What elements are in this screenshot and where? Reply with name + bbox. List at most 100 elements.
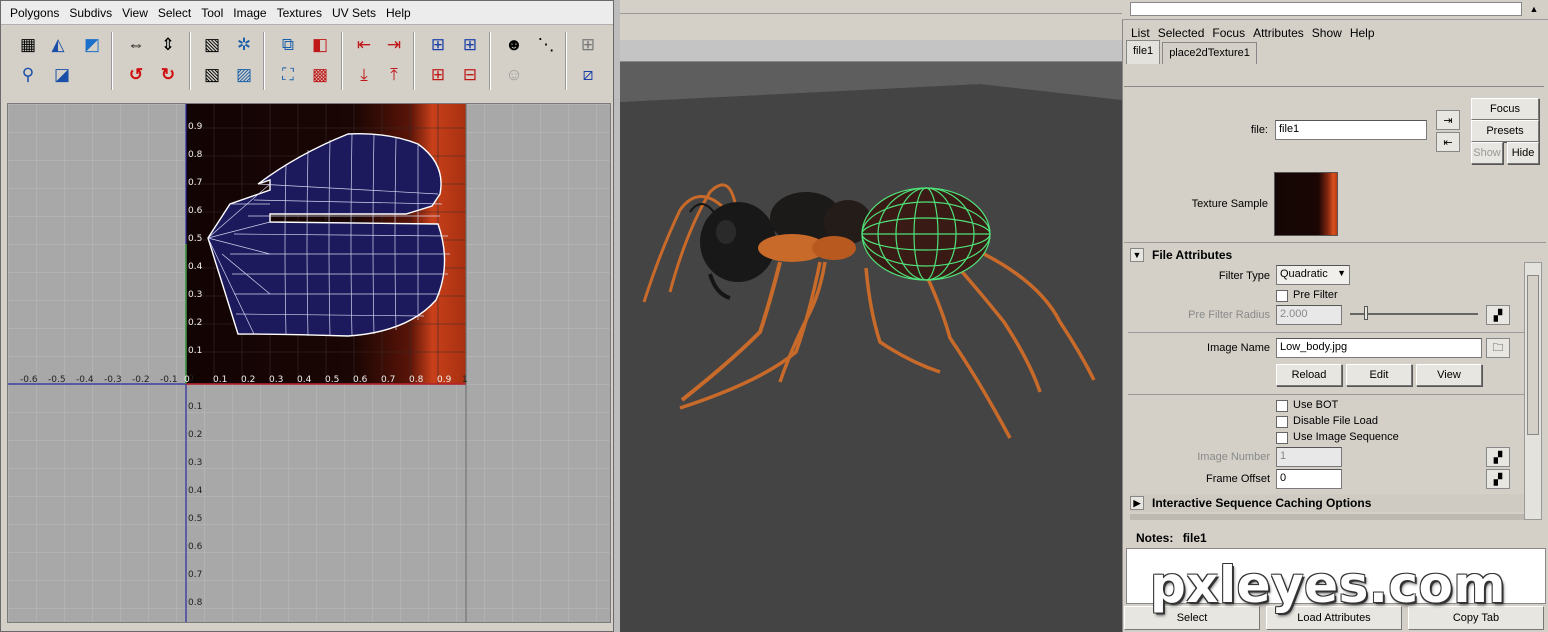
v-label-neg-0.3: 0.3: [188, 458, 202, 468]
image-name-label: Image Name: [1207, 342, 1270, 354]
uv-canvas[interactable]: 0.9 0.8 0.7 0.6 0.5 0.4 0.3 0.2 0.1 0 0.…: [8, 104, 611, 623]
pxleyes-watermark: pxleyes.com: [1150, 556, 1506, 614]
ae-menu-selected[interactable]: Selected: [1154, 26, 1209, 40]
checker-display-icon[interactable]: ▦: [15, 31, 41, 57]
select-uv-shell-icon[interactable]: ◪: [49, 61, 75, 87]
v-label-neg-0.8: 0.8: [188, 598, 203, 608]
ae-menu-attributes[interactable]: Attributes: [1249, 26, 1308, 40]
use-bot-checkbox[interactable]: [1276, 400, 1288, 412]
v-label-0.1: 0.1: [188, 346, 202, 356]
cut-uv-icon[interactable]: ▧: [199, 31, 225, 57]
frame-offset-field[interactable]: 0: [1276, 469, 1342, 489]
grid-subtract-icon[interactable]: ⊟: [457, 61, 483, 87]
perspective-viewport[interactable]: [620, 62, 1122, 632]
image-name-field[interactable]: Low_body.jpg: [1276, 338, 1482, 358]
tab-place2dtexture1[interactable]: place2dTexture1: [1162, 42, 1257, 64]
menu-uv-sets[interactable]: UV Sets: [327, 6, 381, 20]
tab-file1[interactable]: file1: [1126, 40, 1161, 64]
show-button[interactable]: Show: [1471, 142, 1503, 164]
image-number-map-icon[interactable]: ▞: [1486, 447, 1510, 467]
align-left-icon[interactable]: ⇤: [351, 31, 377, 57]
rotate-uv-icon[interactable]: ◩: [79, 31, 105, 57]
ae-menu-list[interactable]: List: [1127, 26, 1154, 40]
file-name-field[interactable]: file1: [1275, 120, 1427, 140]
menu-view[interactable]: View: [117, 6, 153, 20]
uv-lattice-icon[interactable]: ⚲: [15, 61, 41, 87]
collapse-arrow-icon[interactable]: ▼: [1130, 248, 1144, 262]
v-label-0.6: 0.6: [188, 206, 203, 216]
edit-button[interactable]: Edit: [1346, 364, 1412, 386]
grid-display-icon[interactable]: ⊞: [575, 31, 601, 57]
normalize-uv-icon[interactable]: ▩: [307, 61, 333, 87]
menu-select[interactable]: Select: [153, 6, 196, 20]
move-sew-icon[interactable]: ⧉: [275, 31, 301, 57]
reload-button[interactable]: Reload: [1276, 364, 1342, 386]
grid-add-icon[interactable]: ⊞: [457, 31, 483, 57]
disable-file-load-label: Disable File Load: [1293, 415, 1378, 427]
filter-type-dropdown[interactable]: Quadratic ▼: [1276, 265, 1350, 285]
menu-image[interactable]: Image: [228, 6, 271, 20]
unfold-uv-icon[interactable]: ▨: [231, 61, 257, 87]
menu-textures[interactable]: Textures: [272, 6, 327, 20]
menu-help[interactable]: Help: [381, 6, 416, 20]
image-number-field[interactable]: 1: [1276, 447, 1342, 467]
use-image-sequence-checkbox[interactable]: [1276, 432, 1288, 444]
ae-menu-help[interactable]: Help: [1346, 26, 1379, 40]
scene-canvas[interactable]: [620, 62, 1122, 632]
align-top-icon[interactable]: ⤒: [381, 61, 407, 87]
flip-vertical-icon[interactable]: ⇕: [155, 31, 181, 57]
align-right-icon[interactable]: ⇥: [381, 31, 407, 57]
pre-filter-checkbox[interactable]: [1276, 290, 1288, 302]
ae-menu-focus[interactable]: Focus: [1208, 26, 1249, 40]
disable-file-load-checkbox[interactable]: [1276, 416, 1288, 428]
folder-icon[interactable]: 🗀: [1486, 338, 1510, 358]
notes-label: Notes:: [1136, 531, 1174, 545]
ae-scrollbar[interactable]: [1524, 262, 1542, 520]
pre-filter-radius-slider[interactable]: [1350, 313, 1478, 315]
u-label-0.7: 0.7: [381, 375, 395, 385]
hide-button[interactable]: Hide: [1507, 142, 1539, 164]
u-label-neg-0.4: -0.4: [76, 375, 94, 385]
focus-button[interactable]: Focus: [1471, 98, 1539, 120]
file-attributes-header[interactable]: ▼ File Attributes: [1130, 246, 1232, 264]
align-bottom-icon[interactable]: ⤓: [351, 61, 377, 87]
layout-uv-icon[interactable]: ◧: [307, 31, 333, 57]
straighten-uv-icon[interactable]: ⛶: [275, 61, 301, 87]
sew-uv-icon[interactable]: ✲: [231, 31, 257, 57]
expand-arrow-icon[interactable]: ▶: [1130, 496, 1144, 510]
pre-filter-radius-field[interactable]: 2.000: [1276, 305, 1342, 325]
input-connection-icon[interactable]: ⇥: [1436, 110, 1460, 130]
image-display-icon[interactable]: ☻: [501, 31, 527, 57]
rotate-ccw-icon[interactable]: ↺: [123, 61, 149, 87]
v-label-neg-0.4: 0.4: [188, 486, 203, 496]
use-bot-label: Use BOT: [1293, 399, 1339, 411]
ae-scrollbar-thumb[interactable]: [1527, 275, 1539, 435]
interactive-caching-header[interactable]: ▶ Interactive Sequence Caching Options: [1130, 494, 1524, 512]
scroll-up-icon[interactable]: ▲: [1526, 2, 1542, 16]
u-label-0.9: 0.9: [437, 375, 452, 385]
v-label-0.9: 0.9: [188, 122, 203, 132]
flip-uv-icon[interactable]: ◭: [45, 31, 71, 57]
texture-sample-swatch[interactable]: [1274, 172, 1338, 236]
uv-coordinate-icon[interactable]: ⧄: [575, 61, 601, 87]
grid-remove-icon[interactable]: ⊞: [425, 61, 451, 87]
flip-horizontal-icon[interactable]: ⇔: [123, 31, 149, 57]
output-connection-icon[interactable]: ⇤: [1436, 132, 1460, 152]
ae-menu-show[interactable]: Show: [1308, 26, 1346, 40]
uv-viewport[interactable]: 0.9 0.8 0.7 0.6 0.5 0.4 0.3 0.2 0.1 0 0.…: [7, 103, 611, 623]
menu-tool[interactable]: Tool: [196, 6, 228, 20]
frame-offset-map-icon[interactable]: ▞: [1486, 469, 1510, 489]
menu-subdivs[interactable]: Subdivs: [64, 6, 117, 20]
view-button[interactable]: View: [1416, 364, 1482, 386]
dim-image-icon[interactable]: ☺: [501, 61, 527, 87]
menu-polygons[interactable]: Polygons: [5, 6, 64, 20]
right-top-field[interactable]: [1130, 2, 1522, 16]
presets-button[interactable]: Presets: [1471, 120, 1539, 142]
pixel-snap-icon[interactable]: ⋱: [533, 31, 559, 57]
rotate-cw-icon[interactable]: ↻: [155, 61, 181, 87]
viewport-panel-menu-strip: [620, 40, 1122, 62]
grid-uv-icon[interactable]: ⊞: [425, 31, 451, 57]
split-uv-icon[interactable]: ▧: [199, 61, 225, 87]
map-button-icon[interactable]: ▞: [1486, 305, 1510, 325]
slider-handle[interactable]: [1364, 306, 1368, 320]
